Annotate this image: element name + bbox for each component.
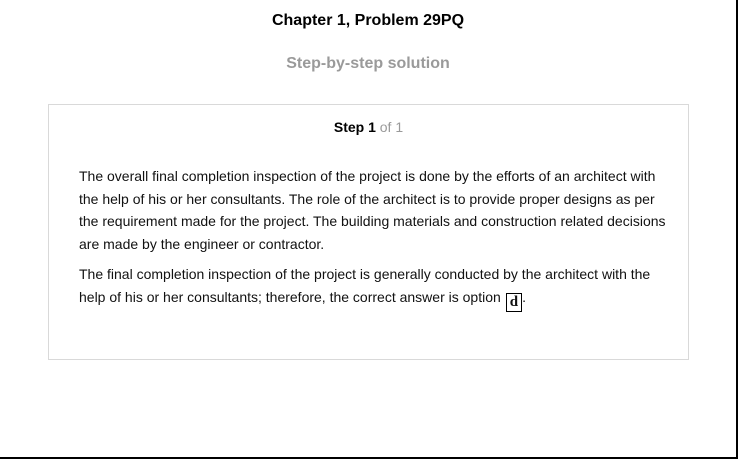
step-paragraph-1: The overall final completion inspection … [79,168,666,252]
step-card: Step 1 of 1 The overall final completion… [48,104,689,360]
step-header: Step 1 of 1 [49,119,688,135]
answer-box: d [505,292,523,312]
step-paragraph-2-text: The final completion inspection of the p… [79,266,651,305]
step-label: Step 1 [333,119,376,135]
step-body: The overall final completion inspection … [79,165,669,320]
step-paragraph-2: The final completion inspection of the p… [79,263,669,312]
page-title: Chapter 1, Problem 29PQ [271,12,465,29]
answer-trailing-period: . [522,288,527,305]
page-subtitle: Step-by-step solution [286,55,450,72]
step-count: of 1 [375,119,404,135]
